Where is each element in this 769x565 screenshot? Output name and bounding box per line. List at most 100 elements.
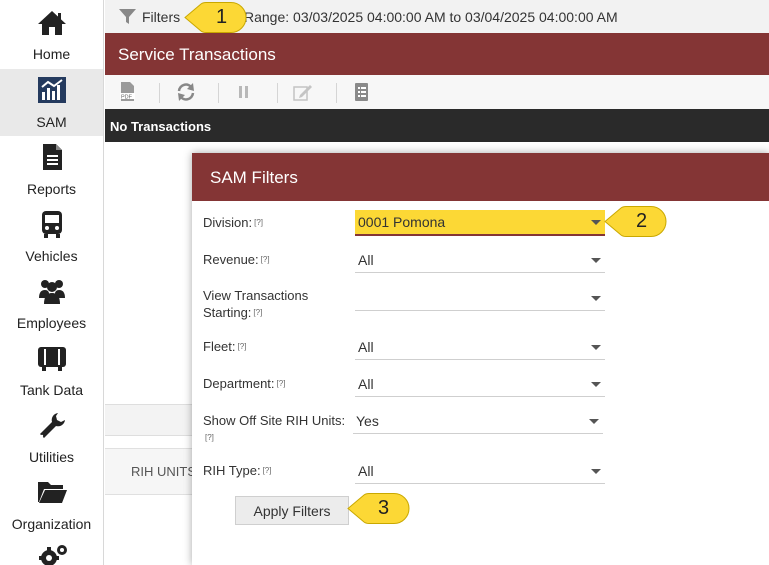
sidebar-item-organization[interactable]: Organization [0, 471, 103, 538]
filter-icon [119, 9, 136, 24]
callout-number: 1 [216, 6, 228, 28]
document-icon [43, 144, 62, 170]
tank-icon [38, 347, 66, 371]
dialog-header: SAM Filters [192, 153, 769, 201]
chevron-down-icon [591, 220, 601, 225]
callout-shape [184, 2, 247, 33]
revenue-label: Revenue: [?] [203, 251, 270, 268]
edit-button[interactable] [292, 82, 314, 102]
revenue-value: All [358, 252, 374, 268]
department-select[interactable]: All [355, 372, 605, 397]
fleet-label: Fleet: [?] [203, 338, 246, 355]
chevron-down-icon [591, 345, 601, 350]
view-transactions-select[interactable] [355, 286, 605, 311]
callout-3: 3 [346, 492, 410, 525]
rih-type-label-text: RIH Type: [203, 463, 261, 478]
division-label: Division: [?] [203, 214, 263, 231]
callout-1: 1 [183, 1, 247, 34]
help-icon[interactable]: [?] [253, 308, 262, 317]
help-icon[interactable]: [?] [238, 342, 247, 351]
callout-shape [604, 206, 667, 237]
sidebar-item-label: Utilities [28, 449, 75, 465]
revenue-select[interactable]: All [355, 248, 605, 273]
sidebar-item-utilities[interactable]: Utilities [0, 404, 103, 471]
sidebar-item-label: Organization [11, 516, 92, 532]
fleet-label-text: Fleet: [203, 339, 236, 354]
department-label: Department: [?] [203, 375, 285, 392]
chevron-down-icon [591, 382, 601, 387]
callout-2: 2 [603, 205, 667, 238]
folder-icon [38, 482, 67, 503]
dialog-title: SAM Filters [210, 168, 298, 187]
help-icon[interactable]: [?] [277, 379, 286, 388]
pdf-button[interactable]: PDF [117, 82, 139, 102]
edit-icon [293, 85, 312, 101]
division-select[interactable]: 0001 Pomona [355, 210, 605, 236]
show-off-site-value: Yes [356, 413, 379, 429]
help-icon[interactable]: [?] [263, 466, 272, 475]
rih-type-select[interactable]: All [355, 459, 605, 484]
chevron-down-icon [591, 296, 601, 301]
view-transactions-label: View Transactions Starting: [?] [203, 287, 343, 321]
division-label-text: Division: [203, 215, 253, 230]
sidebar-item-label: Vehicles [25, 248, 78, 264]
pdf-icon: PDF [120, 82, 135, 101]
show-off-site-label: Show Off Site RIH Units: [?] [203, 412, 355, 446]
wrench-icon [40, 413, 65, 438]
show-off-site-label-text: Show Off Site RIH Units: [203, 413, 346, 428]
chevron-down-icon [591, 469, 601, 474]
content-band [105, 404, 193, 436]
chevron-down-icon [589, 419, 599, 424]
help-icon[interactable]: [?] [261, 255, 270, 264]
sidebar-item-label: SAM [36, 114, 67, 130]
chevron-down-icon [591, 258, 601, 263]
date-range: Range: 03/03/2025 04:00:00 AM to 03/04/2… [244, 9, 618, 25]
sidebar-item-label: Reports [26, 181, 77, 197]
status-bar: No Transactions [105, 109, 769, 142]
sidebar-item-reports[interactable]: Reports [0, 136, 103, 203]
sidebar-item-employees[interactable]: Employees [0, 270, 103, 337]
page-title: Service Transactions [118, 45, 276, 64]
chart-icon [38, 77, 66, 103]
sidebar-item-label: Tank Data [19, 382, 84, 398]
sidebar-item-home[interactable]: Home [0, 0, 103, 67]
pause-icon [239, 86, 248, 98]
toolbar: PDF [105, 75, 769, 110]
rih-type-value: All [358, 463, 374, 479]
refresh-button[interactable] [175, 82, 197, 102]
refresh-icon [177, 83, 195, 101]
department-label-text: Department: [203, 376, 275, 391]
sidebar-item-label: Employees [16, 315, 87, 331]
filters-label: Filters [142, 9, 181, 25]
sam-filters-dialog: SAM Filters Division: [?] 0001 Pomona Rev… [192, 153, 769, 565]
sidebar: Home SAM Reports Vehicles Employees Tank… [0, 0, 104, 565]
tab-rih-units[interactable]: RIH UNITS [131, 464, 193, 479]
page-header: Service Transactions [105, 33, 769, 75]
svg-text:PDF: PDF [121, 95, 133, 101]
gears-icon[interactable] [38, 544, 68, 565]
fleet-value: All [358, 339, 374, 355]
sidebar-item-label: Home [32, 46, 71, 62]
home-icon [38, 11, 66, 35]
fleet-select[interactable]: All [355, 335, 605, 360]
help-icon[interactable]: [?] [254, 218, 263, 227]
group-icon [39, 280, 65, 304]
department-value: All [358, 376, 374, 392]
show-off-site-select[interactable]: Yes [353, 409, 603, 434]
status-text: No Transactions [110, 119, 212, 134]
rih-type-label: RIH Type: [?] [203, 462, 271, 479]
callout-number: 3 [378, 497, 390, 519]
list-button[interactable] [351, 82, 373, 102]
bus-icon [42, 211, 62, 238]
callout-number: 2 [636, 210, 648, 232]
help-icon[interactable]: [?] [205, 433, 214, 442]
tab-strip: RIH UNITS [105, 448, 193, 495]
pause-button[interactable] [233, 82, 255, 102]
sidebar-item-tank-data[interactable]: Tank Data [0, 337, 103, 404]
division-value: 0001 Pomona [358, 214, 446, 230]
sidebar-item-sam[interactable]: SAM [0, 69, 103, 136]
revenue-label-text: Revenue: [203, 252, 259, 267]
apply-filters-button[interactable]: Apply Filters [235, 496, 349, 525]
list-icon [355, 83, 368, 101]
sidebar-item-vehicles[interactable]: Vehicles [0, 203, 103, 270]
